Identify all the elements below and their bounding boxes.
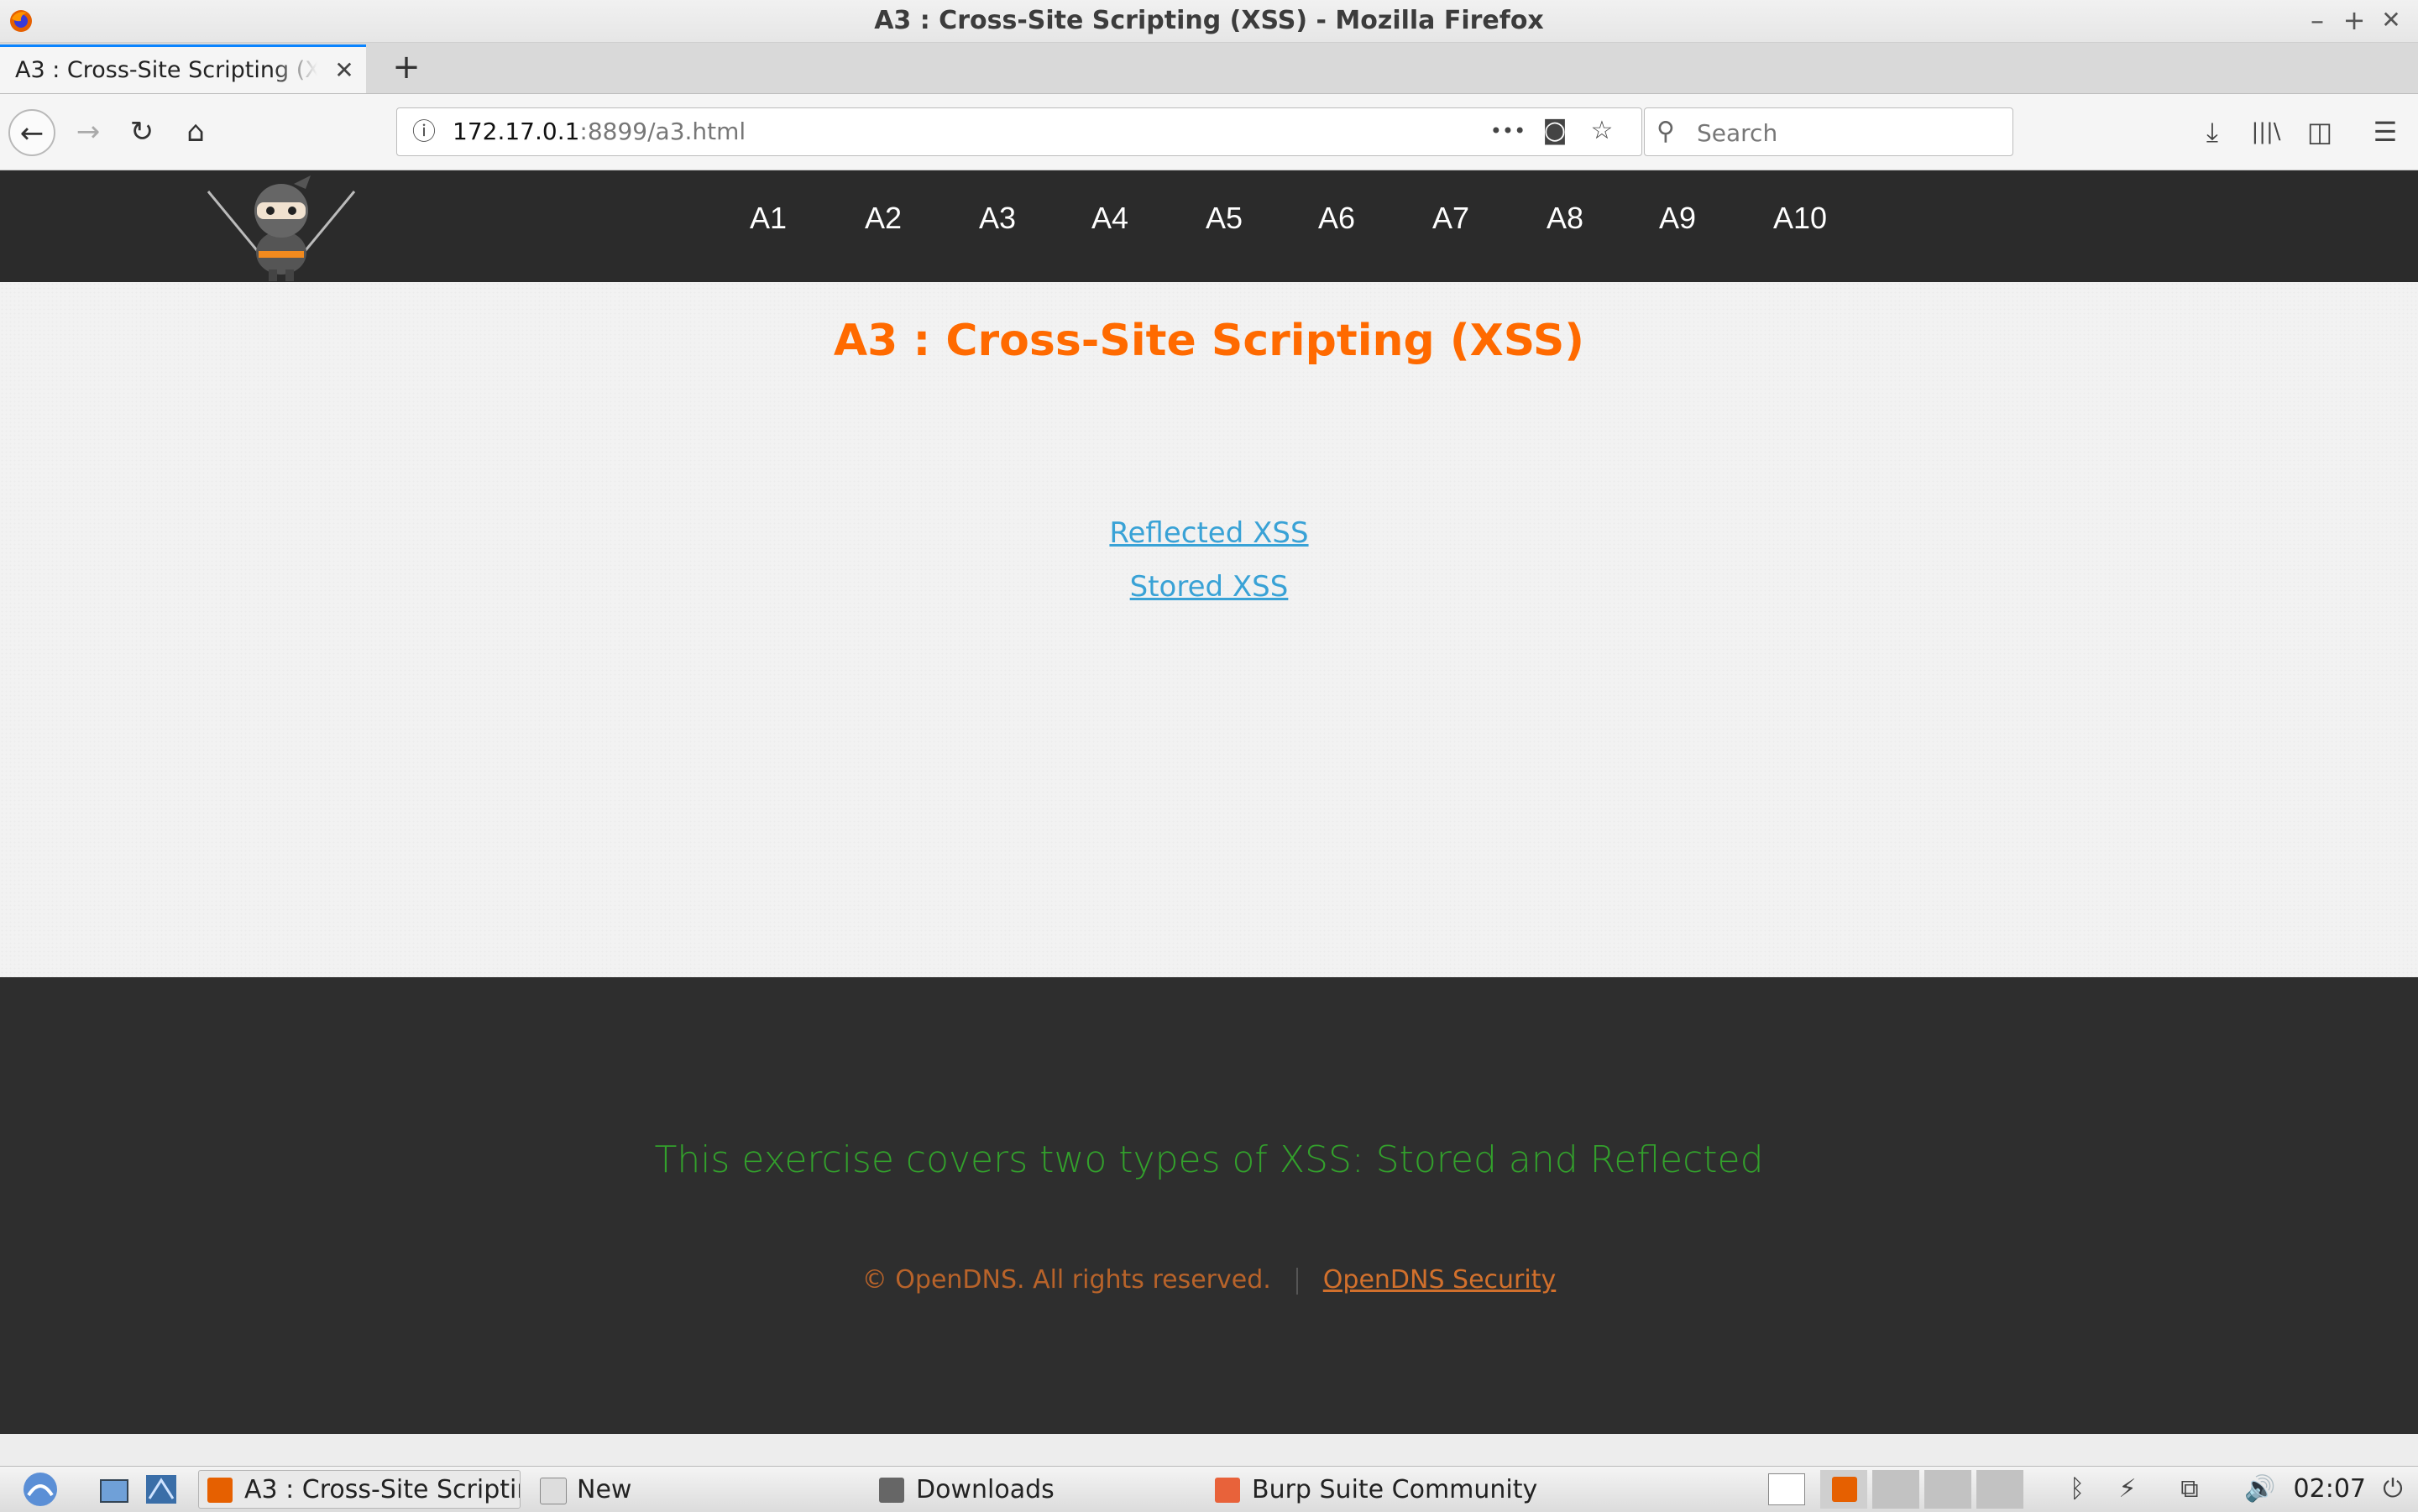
window-titlebar: A3 : Cross-Site Scripting (XSS) - Mozill… [0, 0, 2418, 43]
reload-button[interactable]: ↻ [123, 112, 161, 151]
home-button[interactable]: ⌂ [176, 112, 215, 151]
taskbar-burp-window[interactable]: Burp Suite Community ... [1206, 1470, 1541, 1509]
network-launcher-icon[interactable] [143, 1470, 180, 1509]
taskbar: A3 : Cross-Site Scriptin... New Download… [0, 1466, 2418, 1512]
forward-button[interactable]: → [69, 112, 107, 151]
folder-icon [879, 1478, 904, 1503]
main-content: A3 : Cross-Site Scripting (XSS) Reflecte… [0, 282, 2418, 977]
footer-divider [1295, 1267, 1298, 1295]
workspace-4[interactable] [1976, 1470, 2023, 1509]
navigation-toolbar: ← → ↻ ⌂ ⓘ 172.17.0.1:8899/a3.html ••• ◙ … [0, 94, 2418, 170]
menu-icon[interactable]: ☰ [2366, 112, 2405, 151]
maximize-button[interactable]: + [2339, 5, 2369, 35]
file-manager-launcher-icon[interactable] [96, 1470, 133, 1509]
downloads-icon[interactable]: ⤓ [2193, 112, 2232, 151]
workspace-3[interactable] [1924, 1470, 1971, 1509]
url-host: 172.17.0.1 [453, 118, 580, 145]
main-nav: A1 A2 A3 A4 A5 A6 A7 A8 A9 A10 [0, 170, 2418, 282]
tab-label: A3 : Cross-Site Scripting (XSS) [15, 57, 317, 83]
tab-close-icon[interactable]: ✕ [329, 47, 359, 93]
text-editor-icon [540, 1478, 567, 1504]
url-path: :8899/a3.html [579, 118, 746, 145]
page-title: A3 : Cross-Site Scripting (XSS) [833, 316, 1585, 366]
search-bar[interactable]: ⚲ [1644, 107, 2013, 156]
pocket-icon[interactable]: ◙ [1536, 108, 1574, 155]
sidebar-icon[interactable]: ◫ [2300, 112, 2339, 151]
workspace-firefox-icon [1832, 1477, 1857, 1502]
library-icon[interactable]: |||\ [2247, 112, 2285, 151]
copyright-text: © OpenDNS. All rights reserved. [861, 1265, 1271, 1295]
firefox-task-icon [207, 1478, 233, 1503]
network-icon[interactable]: ⧉ [2173, 1470, 2206, 1509]
web-page: A1 A2 A3 A4 A5 A6 A7 A8 A9 A10 A3 : Cros… [0, 170, 2418, 1434]
site-footer: This exercise covers two types of XSS: S… [0, 977, 2418, 1434]
nav-a4[interactable]: A4 [1072, 170, 1148, 282]
taskbar-editor-window[interactable]: New [531, 1470, 866, 1509]
show-desktop-icon[interactable] [1768, 1473, 1805, 1505]
nav-a8[interactable]: A8 [1527, 170, 1603, 282]
opendns-security-link[interactable]: OpenDNS Security [1323, 1265, 1556, 1295]
search-icon: ⚲ [1656, 117, 1675, 146]
minimize-button[interactable]: – [2302, 5, 2332, 35]
nav-a7[interactable]: A7 [1413, 170, 1489, 282]
workspace-1[interactable] [1820, 1470, 1867, 1509]
footer-legal: © OpenDNS. All rights reserved. OpenDNS S… [0, 1265, 2418, 1295]
power-icon[interactable]: ⏻ [2376, 1470, 2410, 1509]
footer-description: This exercise covers two types of XSS: S… [654, 1138, 1764, 1181]
nav-a9[interactable]: A9 [1640, 170, 1715, 282]
nav-a6[interactable]: A6 [1299, 170, 1374, 282]
volume-icon[interactable]: 🔊 [2243, 1470, 2277, 1509]
tab-a3[interactable]: A3 : Cross-Site Scripting (XSS) ✕ [0, 44, 366, 93]
new-tab-button[interactable]: + [388, 43, 425, 93]
back-button[interactable]: ← [8, 109, 55, 156]
bookmark-star-icon[interactable]: ☆ [1583, 108, 1621, 155]
site-header: A1 A2 A3 A4 A5 A6 A7 A8 A9 A10 [0, 170, 2418, 282]
burp-task-label: Burp Suite Community ... [1252, 1475, 1541, 1504]
window-title: A3 : Cross-Site Scripting (XSS) - Mozill… [874, 6, 1544, 35]
start-menu-icon[interactable] [17, 1470, 64, 1509]
taskbar-firefox-window[interactable]: A3 : Cross-Site Scriptin... [198, 1470, 521, 1509]
bluetooth-icon[interactable]: ᛒ [2060, 1470, 2094, 1509]
taskbar-downloads-window[interactable]: Downloads [870, 1470, 1206, 1509]
workspace-2[interactable] [1872, 1470, 1919, 1509]
nav-a3[interactable]: A3 [960, 170, 1035, 282]
firefox-task-label: A3 : Cross-Site Scriptin... [244, 1475, 520, 1504]
downloads-task-label: Downloads [916, 1475, 1055, 1504]
power-manager-icon[interactable]: ⚡ [2111, 1470, 2144, 1509]
nav-a10[interactable]: A10 [1762, 170, 1838, 282]
editor-task-label: New [577, 1475, 632, 1504]
stored-xss-link[interactable]: Stored XSS [1130, 570, 1289, 604]
clock: 02:07 [2293, 1474, 2366, 1504]
url-bar[interactable]: ⓘ 172.17.0.1:8899/a3.html ••• ◙ ☆ [396, 107, 1642, 156]
site-info-icon[interactable]: ⓘ [412, 108, 436, 155]
search-input[interactable] [1695, 115, 2001, 150]
page-actions-icon[interactable]: ••• [1489, 108, 1527, 155]
reflected-xss-link[interactable]: Reflected XSS [1109, 516, 1308, 550]
nav-a5[interactable]: A5 [1186, 170, 1262, 282]
nav-a2[interactable]: A2 [845, 170, 921, 282]
burp-suite-icon [1215, 1478, 1240, 1503]
nav-a1[interactable]: A1 [730, 170, 806, 282]
window-close-button[interactable]: ✕ [2376, 5, 2406, 35]
url-text[interactable]: 172.17.0.1:8899/a3.html [453, 108, 746, 155]
tab-strip: A3 : Cross-Site Scripting (XSS) ✕ + [0, 43, 2418, 94]
